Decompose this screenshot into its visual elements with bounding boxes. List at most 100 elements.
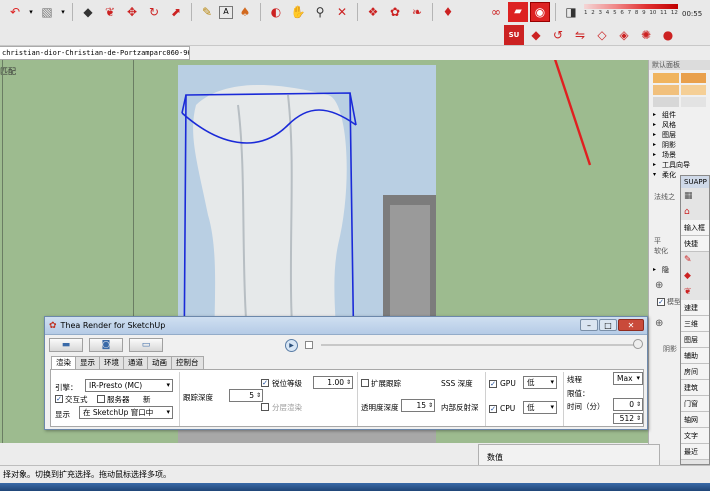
camera-button[interactable]: ◙	[89, 338, 123, 352]
pan-icon[interactable]: ✋	[288, 2, 308, 22]
suapp-category-item[interactable]: 辅助	[681, 348, 709, 364]
motion-input[interactable]: 1.00	[313, 376, 353, 389]
snapshot-button[interactable]: ▭	[129, 338, 163, 352]
shape-tool-icon[interactable]: ◆	[684, 271, 691, 281]
gpu-priority-select[interactable]: 低	[523, 376, 557, 389]
layer-render-checkbox[interactable]	[261, 403, 269, 411]
object-tool-icon[interactable]: ❦	[684, 287, 692, 297]
suapp-quick-label[interactable]: 快捷	[681, 236, 709, 252]
panel-tray-shadow[interactable]: ▸ 隐	[649, 265, 669, 275]
text-label-icon[interactable]: A	[219, 5, 233, 19]
thea-tab[interactable]: 环境	[99, 356, 124, 369]
threads-select[interactable]: Max	[613, 372, 643, 385]
eraser-icon[interactable]: ◨	[561, 2, 581, 22]
suapp-category-item[interactable]: 最近	[681, 444, 709, 460]
suapp-category-item[interactable]: 门窗	[681, 396, 709, 412]
thea-folder-icon[interactable]: ▰	[508, 2, 528, 22]
suapp-category-item[interactable]: 图层	[681, 332, 709, 348]
panel-tray-item[interactable]: ▸ 阴影	[649, 140, 710, 150]
panel-tray-item[interactable]: ▸ 场景	[649, 150, 710, 160]
suapp-category-item[interactable]: 房间	[681, 364, 709, 380]
suapp-category-item[interactable]: 轴网	[681, 412, 709, 428]
orbit-icon[interactable]: ◐	[266, 2, 286, 22]
server-checkbox[interactable]	[97, 395, 105, 403]
panel-tray-item[interactable]: ▸ 工具向导	[649, 160, 710, 170]
sphere-icon[interactable]: ●	[658, 25, 678, 45]
motion-checkbox[interactable]	[261, 379, 269, 387]
lamp-icon[interactable]: ✺	[636, 25, 656, 45]
render-progress-knob[interactable]	[633, 339, 643, 349]
thea-tab[interactable]: 通道	[123, 356, 148, 369]
caustics-checkbox[interactable]	[361, 379, 369, 387]
close-button[interactable]: ✕	[618, 319, 644, 331]
home-icon[interactable]: ⌂	[684, 207, 690, 217]
panel-tray-item[interactable]: ▸ 风格	[649, 120, 710, 130]
add-icon[interactable]: ⊕	[655, 280, 663, 291]
material-swatch[interactable]	[653, 73, 679, 83]
transparency-depth-input[interactable]: 15	[401, 399, 435, 412]
section-icon[interactable]: ✿	[385, 2, 405, 22]
gpu-checkbox[interactable]	[489, 380, 497, 388]
move-icon[interactable]: ✥	[122, 2, 142, 22]
scale-icon[interactable]: ⬈	[166, 2, 186, 22]
material-swatch[interactable]	[653, 97, 679, 107]
dropdown-arrow-icon[interactable]: ▾	[59, 2, 67, 22]
cpu-checkbox[interactable]	[489, 405, 497, 413]
material-swatch[interactable]	[680, 97, 706, 107]
cpu-priority-select[interactable]: 低	[523, 401, 557, 414]
document-tab[interactable]: christian-dior-Christian-de-Portzamparc0…	[0, 46, 190, 60]
mirror-icon[interactable]: ◇	[592, 25, 612, 45]
grid-icon[interactable]: ▦	[684, 191, 693, 201]
push-pull-icon[interactable]: ◆	[78, 2, 98, 22]
panel-tray-item[interactable]: ▸ 组件	[649, 110, 710, 120]
extension-icon[interactable]: ♦	[438, 2, 458, 22]
suapp-category-item[interactable]: 速建	[681, 300, 709, 316]
model-checkbox[interactable]	[657, 298, 665, 306]
paint-bucket-icon[interactable]: ♠	[235, 2, 255, 22]
display-select[interactable]: 在 SketchUp 窗口中	[79, 406, 173, 419]
material-swatch[interactable]	[680, 85, 706, 95]
start-render-button[interactable]: ▶	[285, 339, 298, 352]
thea-tab[interactable]: 渲染	[51, 356, 76, 370]
ray-depth-input[interactable]: 5	[229, 389, 263, 402]
suapp-category-item[interactable]: 三维	[681, 316, 709, 332]
follow-me-icon[interactable]: ❦	[100, 2, 120, 22]
render-window-button[interactable]: ▬	[49, 338, 83, 352]
thea-tab[interactable]: 显示	[75, 356, 100, 369]
draw-tool-icon[interactable]: ✎	[684, 255, 692, 265]
thea-tab[interactable]: 动画	[147, 356, 172, 369]
material-swatch[interactable]	[653, 85, 679, 95]
suapp-category-item[interactable]: 建筑	[681, 380, 709, 396]
rotate-object-icon[interactable]: ↺	[548, 25, 568, 45]
interactive-checkbox[interactable]	[55, 395, 63, 403]
time-input[interactable]: 0	[613, 398, 643, 411]
arc-tool-icon[interactable]: ↶	[5, 2, 25, 22]
engine-select[interactable]: IR-Presto (MC)	[85, 379, 173, 392]
samples-input[interactable]: 512	[613, 413, 643, 424]
thea-link-icon[interactable]: ∞	[486, 2, 506, 22]
thea-tab[interactable]: 控制台	[171, 356, 204, 369]
scale-gradient	[584, 4, 678, 9]
warehouse-icon[interactable]: ❧	[407, 2, 427, 22]
thea-title-bar[interactable]: ✿ Thea Render for SketchUp	[45, 317, 647, 335]
rotate-icon[interactable]: ↻	[144, 2, 164, 22]
flip-icon[interactable]: ⇋	[570, 25, 590, 45]
panel-tray-item[interactable]: ▸ 图层	[649, 130, 710, 140]
dropdown-arrow-icon[interactable]: ▾	[27, 2, 35, 22]
maximize-button[interactable]: □	[599, 319, 617, 331]
zoom-icon[interactable]: ⚲	[310, 2, 330, 22]
suapp-category-item[interactable]: 文字	[681, 428, 709, 444]
minimize-button[interactable]: –	[580, 319, 598, 331]
material-icon[interactable]: ▧	[37, 2, 57, 22]
suapp-logo-icon[interactable]: SU	[504, 25, 524, 45]
face-icon[interactable]: ◈	[614, 25, 634, 45]
suapp-input-label[interactable]: 输入框	[681, 220, 709, 236]
crosshair-icon[interactable]: ⊕	[655, 318, 663, 329]
red-cube-icon[interactable]: ◆	[526, 25, 546, 45]
tape-measure-icon[interactable]: ✎	[197, 2, 217, 22]
thea-render-icon[interactable]: ◉	[530, 2, 550, 22]
auto-render-checkbox[interactable]	[305, 341, 313, 349]
component-icon[interactable]: ❖	[363, 2, 383, 22]
zoom-extents-icon[interactable]: ✕	[332, 2, 352, 22]
material-swatch[interactable]	[680, 73, 706, 83]
